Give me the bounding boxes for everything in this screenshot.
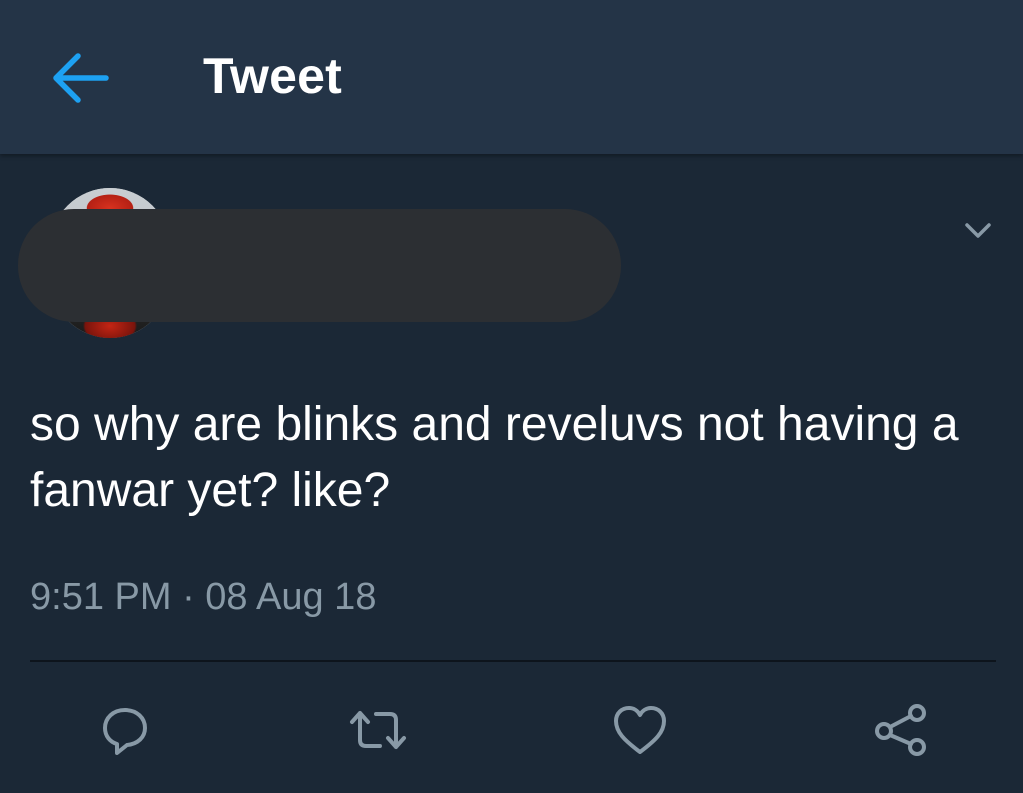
like-button[interactable] [605,690,675,770]
divider [30,660,996,662]
heart-icon [614,706,666,754]
chevron-down-icon [965,223,991,238]
tweet-menu-button[interactable] [958,215,998,245]
reply-button[interactable] [90,690,160,770]
tweet-text: so why are blinks and reveluvs not havin… [30,398,959,517]
page-title: Tweet [203,48,342,104]
retweet-button[interactable] [343,690,413,770]
redacted-user-name [18,209,621,322]
reply-icon [103,708,147,755]
tweet-actions [0,690,1023,780]
tweet-screen: Tweet so why are blinks and reveluvs not… [0,0,1023,793]
share-icon [875,704,926,756]
share-button[interactable] [867,690,937,770]
retweet-icon [350,711,406,749]
tweet-timestamp: 9:51 PM · 08 Aug 18 [30,576,377,618]
back-button[interactable] [48,48,112,108]
arrow-left-icon [53,53,109,103]
top-bar: Tweet [0,0,1023,154]
